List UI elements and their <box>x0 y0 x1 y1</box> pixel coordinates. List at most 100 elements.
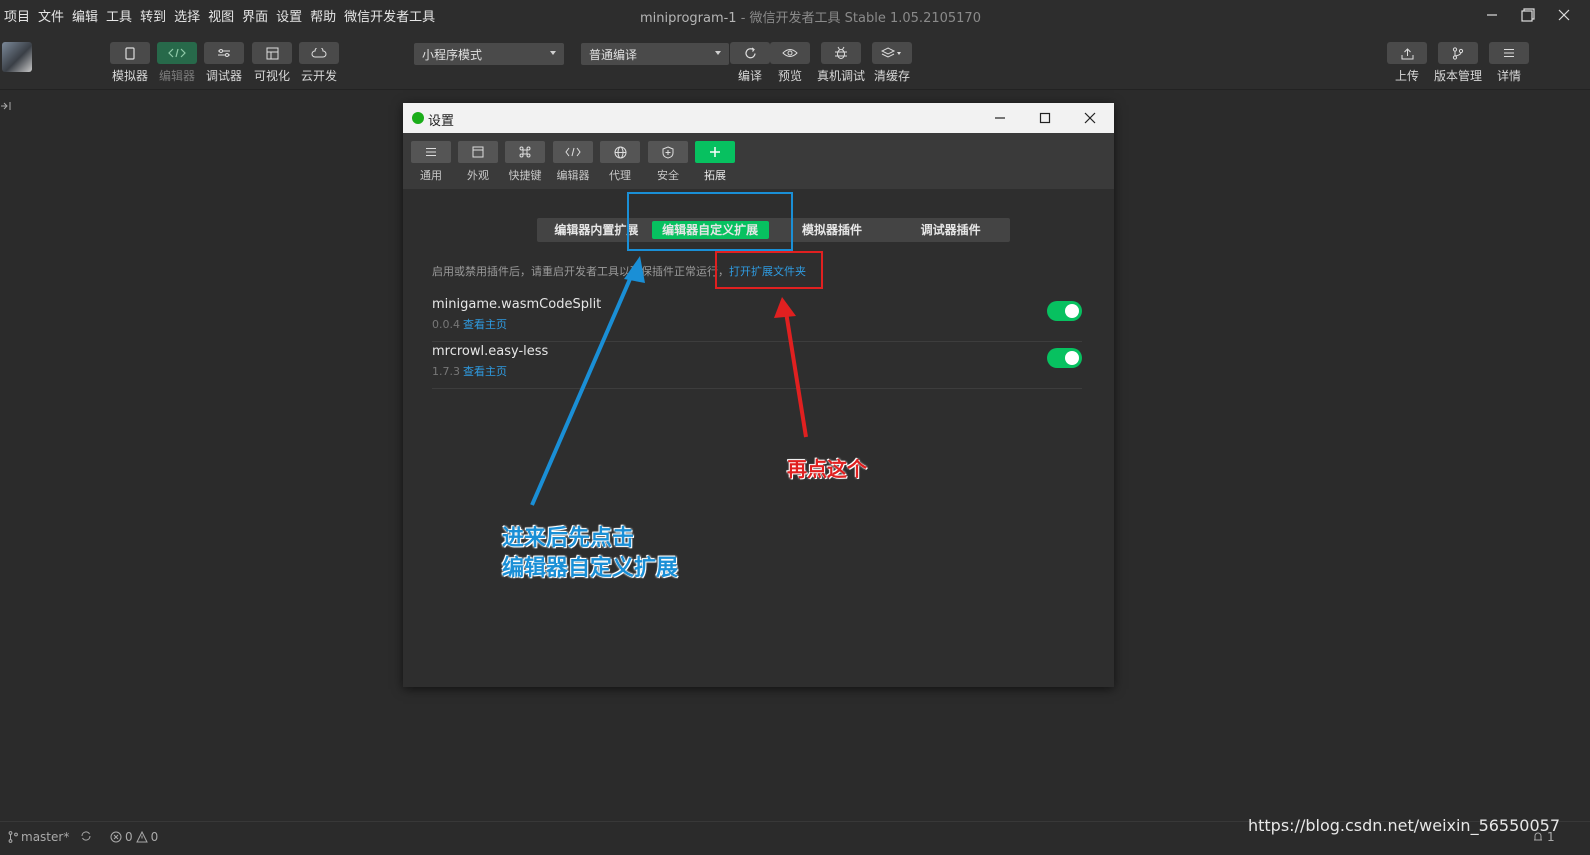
clear-cache-label: 清缓存 <box>873 69 910 83</box>
warning-icon <box>135 831 148 843</box>
command-icon <box>519 146 531 158</box>
dialog-close-button[interactable] <box>1068 103 1112 133</box>
mode-select[interactable]: 小程序模式 <box>414 43 564 65</box>
menu-item[interactable]: 微信开发者工具 <box>344 6 440 25</box>
segment-custom-extensions[interactable]: 编辑器自定义扩展 <box>651 221 769 239</box>
menu-item[interactable]: 项目 <box>4 6 35 25</box>
debugger-button[interactable]: 调试器 <box>204 42 244 84</box>
menu-item[interactable]: 编辑 <box>72 6 103 25</box>
compile-select-value: 普通编译 <box>589 48 638 62</box>
tab-extensions-label: 拓展 <box>704 169 726 182</box>
dialog-title: 设置 <box>428 114 455 129</box>
tab-extensions[interactable]: 拓展 <box>695 141 735 183</box>
code-icon <box>168 48 186 58</box>
globe-icon <box>614 146 626 158</box>
refresh-icon <box>744 47 756 58</box>
restart-hint: 启用或禁用插件后，请重启开发者工具以确保插件正常运行，打开扩展文件夹 <box>432 263 806 279</box>
restore-icon <box>1521 8 1535 22</box>
upload-icon <box>1401 47 1413 59</box>
cloud-icon <box>311 48 327 58</box>
restart-hint-text: 启用或禁用插件后，请重启开发者工具以确保插件正常运行， <box>432 265 729 278</box>
avatar[interactable] <box>2 42 32 72</box>
expand-sidebar-icon[interactable] <box>0 100 12 115</box>
version-button[interactable]: 版本管理 <box>1434 42 1482 84</box>
remote-debug-button[interactable]: 真机调试 <box>817 42 865 84</box>
menu-item[interactable]: 工具 <box>106 6 137 25</box>
extension-row: minigame.wasmCodeSplit 0.0.4 查看主页 <box>432 295 1082 342</box>
tab-editor[interactable]: 编辑器 <box>553 141 593 183</box>
menu-item[interactable]: 设置 <box>276 6 307 25</box>
dialog-titlebar: 设置 <box>403 103 1114 133</box>
upload-button[interactable]: 上传 <box>1387 42 1427 84</box>
menubar: 项目 文件 编辑 工具 转到 选择 视图 界面 设置 帮助 微信开发者工具 miniprogram-… <box>0 0 1590 30</box>
close-button[interactable] <box>1546 0 1582 30</box>
menu-icon <box>1504 49 1514 57</box>
sync-icon <box>81 831 91 841</box>
extension-toggle[interactable] <box>1047 301 1082 321</box>
branch-icon <box>8 831 18 843</box>
extension-version-line: 0.0.4 查看主页 <box>432 316 507 332</box>
tab-proxy[interactable]: 代理 <box>600 141 640 183</box>
dialog-minimize-button[interactable] <box>978 103 1022 133</box>
cloud-button[interactable]: 云开发 <box>299 42 339 84</box>
window-controls <box>1474 0 1582 30</box>
chevron-down-icon <box>550 51 556 55</box>
close-icon <box>1558 9 1570 21</box>
simulator-button[interactable]: 模拟器 <box>110 42 150 84</box>
debug-icon <box>218 49 230 57</box>
problems-indicator[interactable]: 0 0 <box>110 830 158 844</box>
watermark: https://blog.csdn.net/weixin_56550057 <box>1247 816 1560 835</box>
warning-count: 0 <box>150 830 159 844</box>
menu-item[interactable]: 帮助 <box>310 6 341 25</box>
blue-annotation-line1: 进来后先点击 <box>502 526 635 551</box>
maximize-icon <box>1039 112 1051 124</box>
dialog-maximize-button[interactable] <box>1023 103 1067 133</box>
extension-version: 0.0.4 <box>432 318 460 331</box>
segment-builtin-extensions[interactable]: 编辑器内置扩展 <box>537 218 656 242</box>
restore-button[interactable] <box>1510 0 1546 30</box>
red-annotation-text: 再点这个 <box>787 457 867 481</box>
segment-debugger-plugins[interactable]: 调试器插件 <box>891 218 1010 242</box>
minimize-icon <box>1487 14 1497 16</box>
extension-home-link[interactable]: 查看主页 <box>463 318 507 331</box>
editor-button[interactable]: 编辑器 <box>157 42 197 84</box>
settings-tabs: 通用 外观 快捷键 编辑器 代理 安全 拓展 <box>403 133 1114 189</box>
segment-simulator-plugins[interactable]: 模拟器插件 <box>773 218 892 242</box>
visual-button[interactable]: 可视化 <box>252 42 292 84</box>
blue-annotation-text: 进来后先点击 编辑器自定义扩展 <box>502 524 678 584</box>
toggle-knob <box>1065 304 1079 318</box>
menu-item[interactable]: 视图 <box>208 6 239 25</box>
wechat-logo-icon <box>412 112 424 124</box>
clear-cache-button[interactable]: 清缓存 <box>872 42 912 84</box>
extension-name: minigame.wasmCodeSplit <box>432 297 602 312</box>
menu-item[interactable]: 选择 <box>174 6 205 25</box>
minimize-button[interactable] <box>1474 0 1510 30</box>
tab-general[interactable]: 通用 <box>411 141 451 183</box>
error-count: 0 <box>125 830 133 844</box>
preview-button[interactable]: 预览 <box>770 42 810 84</box>
git-branch[interactable]: master* <box>8 830 69 844</box>
git-branch-name: master* <box>21 830 70 844</box>
tab-security[interactable]: 安全 <box>648 141 688 183</box>
menu-item[interactable]: 转到 <box>140 6 171 25</box>
menu-items: 项目 文件 编辑 工具 转到 选择 视图 界面 设置 帮助 微信开发者工具 <box>0 6 443 25</box>
settings-dialog: 设置 通用 外观 快捷键 编辑器 代理 安全 拓展 编辑器内置扩展 编辑器自定义… <box>403 103 1114 687</box>
extension-toggle[interactable] <box>1047 348 1082 368</box>
sync-button[interactable] <box>80 830 92 842</box>
list-icon <box>426 148 436 156</box>
open-extensions-folder-link[interactable]: 打开扩展文件夹 <box>729 265 806 278</box>
menu-item[interactable]: 文件 <box>38 6 69 25</box>
tab-shortcuts[interactable]: 快捷键 <box>505 141 545 183</box>
window-title-sub: - 微信开发者工具 Stable 1.05.2105170 <box>736 11 981 26</box>
extension-home-link[interactable]: 查看主页 <box>463 365 507 378</box>
menu-item[interactable]: 界面 <box>242 6 273 25</box>
details-button[interactable]: 详情 <box>1489 42 1529 84</box>
branch-icon <box>1452 46 1464 60</box>
tab-appearance[interactable]: 外观 <box>458 141 498 183</box>
cloud-label: 云开发 <box>300 69 337 83</box>
compile-select[interactable]: 普通编译 <box>581 43 729 65</box>
toggle-knob <box>1065 351 1079 365</box>
minimize-icon <box>995 117 1005 119</box>
details-label: 详情 <box>1496 69 1521 83</box>
plus-icon <box>710 147 720 157</box>
